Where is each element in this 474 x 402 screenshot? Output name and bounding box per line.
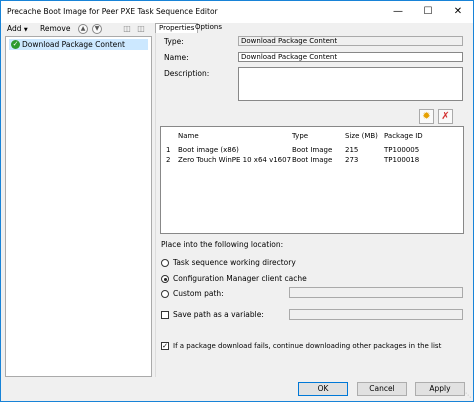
row-name: Zero Touch WinPE 10 x64 v1607 <box>178 156 292 164</box>
type-field: Download Package Content <box>238 36 463 46</box>
delete-package-icon[interactable]: ✗ <box>438 109 453 124</box>
maximize-button[interactable]: ☐ <box>413 1 443 23</box>
custom-path-input[interactable] <box>289 287 463 298</box>
row-size: 273 <box>345 156 359 164</box>
description-label: Description: <box>164 69 210 78</box>
radio-task-sequence-working-directory[interactable] <box>161 259 169 267</box>
radio-label-custom-path: Custom path: <box>173 289 224 298</box>
row-index: 2 <box>166 156 171 164</box>
column-header-name[interactable]: Name <box>178 132 199 140</box>
continue-on-failure-checkbox[interactable]: ✓ <box>161 342 169 350</box>
save-path-checkbox[interactable] <box>161 311 169 319</box>
row-package-id: TP100005 <box>384 146 420 154</box>
row-index: 1 <box>166 146 171 154</box>
continue-on-failure-label: If a package download fails, continue do… <box>173 342 442 350</box>
row-size: 215 <box>345 146 359 154</box>
apply-button[interactable]: Apply <box>415 382 465 396</box>
close-button[interactable]: ✕ <box>443 1 473 23</box>
location-heading: Place into the following location: <box>161 240 284 249</box>
remove-button[interactable]: Remove <box>40 24 70 33</box>
radio-custom-path[interactable] <box>161 290 169 298</box>
tree-item-download-package-content[interactable]: ✓ Download Package Content <box>9 39 148 50</box>
title-bar[interactable]: Precache Boot Image for Peer PXE Task Se… <box>1 1 473 23</box>
chevron-down-icon: ▼ <box>23 27 28 33</box>
description-field[interactable] <box>238 67 463 101</box>
resize-grip-icon[interactable]: ⋱ <box>465 392 471 399</box>
row-type: Boot Image <box>292 156 333 164</box>
move-down-icon[interactable]: ▼ <box>92 24 102 34</box>
radio-label-working-directory: Task sequence working directory <box>173 258 296 267</box>
minimize-button[interactable]: — <box>383 1 413 23</box>
save-path-label: Save path as a variable: <box>173 310 264 319</box>
column-header-size[interactable]: Size (MB) <box>345 132 378 140</box>
save-path-variable-input[interactable] <box>289 309 463 320</box>
editor-toolbar: Add ▼ Remove ▲ ▼ ◫ ◫ <box>1 23 151 37</box>
row-name: Boot image (x86) <box>178 146 239 154</box>
ok-button[interactable]: OK <box>298 382 348 396</box>
move-up-icon[interactable]: ▲ <box>78 24 88 34</box>
add-menu-button[interactable]: Add ▼ <box>7 24 28 33</box>
column-header-type[interactable]: Type <box>292 132 308 140</box>
tab-options[interactable]: Options <box>192 23 225 33</box>
type-label: Type: <box>164 37 184 46</box>
cancel-button[interactable]: Cancel <box>357 382 407 396</box>
add-package-icon[interactable]: ✹ <box>419 109 434 124</box>
package-list: Name Type Size (MB) Package ID 1 Boot im… <box>160 126 464 234</box>
radio-label-client-cache: Configuration Manager client cache <box>173 274 307 283</box>
check-icon: ✓ <box>11 40 20 49</box>
window-title: Precache Boot Image for Peer PXE Task Se… <box>7 7 218 16</box>
collapse-all-icon[interactable]: ◫ <box>136 24 146 34</box>
radio-client-cache[interactable] <box>161 275 169 283</box>
column-header-package-id[interactable]: Package ID <box>384 132 423 140</box>
task-sequence-editor-window: Precache Boot Image for Peer PXE Task Se… <box>0 0 474 402</box>
name-field[interactable]: Download Package Content <box>238 52 463 62</box>
name-label: Name: <box>164 53 189 62</box>
row-type: Boot Image <box>292 146 333 154</box>
row-package-id: TP100018 <box>384 156 420 164</box>
expand-all-icon[interactable]: ◫ <box>122 24 132 34</box>
task-sequence-tree: ✓ Download Package Content <box>5 36 152 377</box>
